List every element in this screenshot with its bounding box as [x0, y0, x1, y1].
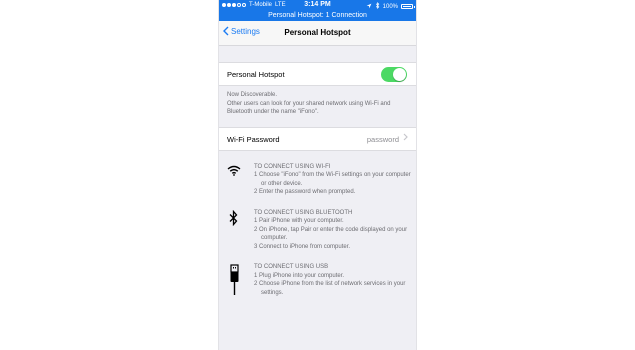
- battery-percent: 100%: [382, 3, 398, 10]
- battery-icon: [401, 4, 415, 9]
- chevron-right-icon: [403, 133, 408, 143]
- bluetooth-icon: [229, 209, 238, 230]
- usb-heading: TO CONNECT USING USB: [254, 264, 329, 270]
- bluetooth-instructions: TO CONNECT USING BLUETOOTH 1 Pair iPhone…: [219, 209, 416, 252]
- bluetooth-heading: TO CONNECT USING BLUETOOTH: [254, 209, 353, 216]
- hotspot-description: Other users can look for your shared net…: [227, 100, 391, 116]
- wifi-step-1: 1 Choose "iFono" from the Wi-Fi settings…: [254, 172, 411, 187]
- wifi-icon: [227, 165, 241, 180]
- discoverable-text: Now Discoverable.: [227, 92, 278, 98]
- hotspot-toggle[interactable]: [381, 67, 407, 82]
- location-icon: [366, 3, 372, 11]
- status-right: 100%: [366, 2, 415, 11]
- phone-screen: T-Mobile LTE 3:14 PM 100% Personal Hotsp…: [218, 0, 417, 350]
- wifi-step-2: 2 Enter the password when prompted.: [254, 189, 356, 195]
- status-bar: T-Mobile LTE 3:14 PM 100% Personal Hotsp…: [219, 0, 416, 21]
- bluetooth-step-2: 2 On iPhone, tap Pair or enter the code …: [254, 226, 408, 242]
- bluetooth-status-icon: [375, 2, 380, 11]
- usb-instructions: TO CONNECT USING USB 1 Plug iPhone into …: [219, 263, 416, 297]
- usb-step-1: 1 Plug iPhone into your computer.: [254, 272, 345, 279]
- wifi-password-label: Wi-Fi Password: [227, 134, 280, 144]
- wifi-password-value: password: [366, 134, 399, 144]
- page-title: Personal Hotspot: [284, 28, 351, 37]
- usb-step-2: 2 Choose iPhone from the list of network…: [254, 281, 406, 296]
- hotspot-banner[interactable]: Personal Hotspot: 1 Connection: [219, 12, 416, 19]
- hotspot-footer: Now Discoverable. Other users can look f…: [219, 86, 416, 117]
- wifi-heading: TO CONNECT USING WI-FI: [254, 163, 331, 170]
- wifi-password-cell[interactable]: Wi-Fi Password password: [219, 126, 416, 151]
- bluetooth-step-3: 3 Connect to iPhone from computer.: [254, 243, 351, 250]
- bluetooth-step-1: 1 Pair iPhone with your computer.: [254, 218, 344, 224]
- usb-icon: [230, 264, 239, 300]
- hotspot-cell: Personal Hotspot: [219, 62, 416, 86]
- navigation-bar: Settings Personal Hotspot: [219, 21, 416, 46]
- wifi-instructions: TO CONNECT USING WI-FI 1 Choose "iFono" …: [219, 163, 416, 197]
- toggle-knob: [393, 68, 406, 81]
- hotspot-label: Personal Hotspot: [227, 70, 285, 79]
